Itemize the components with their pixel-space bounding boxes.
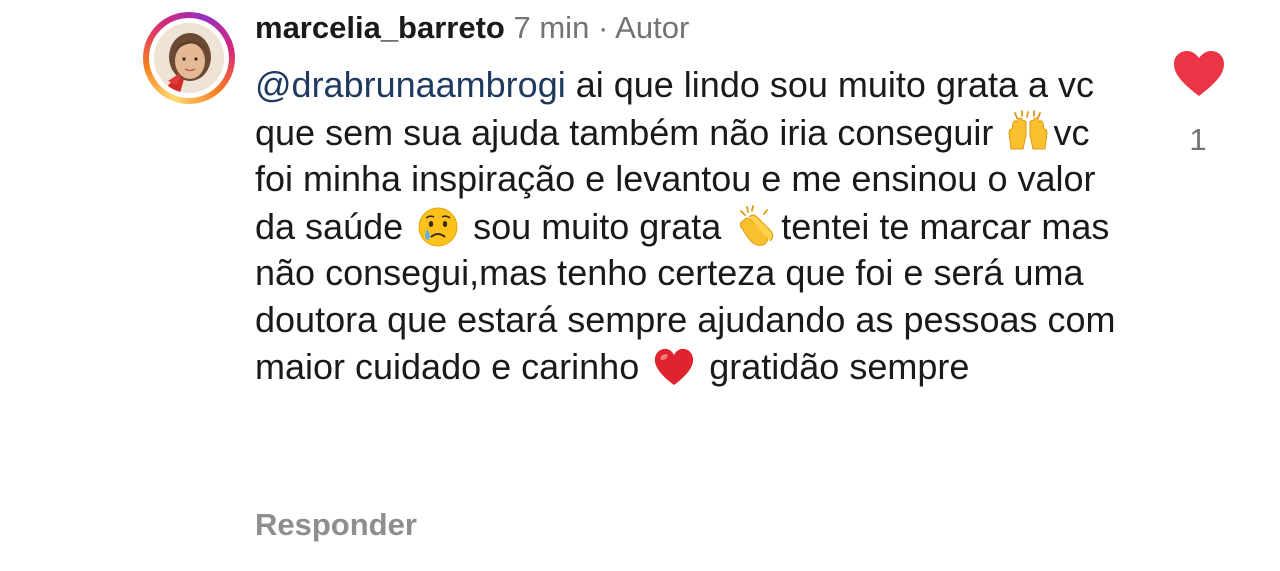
clapping-hands-emoji [733,203,779,249]
raising-hands-emoji [1005,109,1051,155]
like-button[interactable] [1172,50,1226,98]
comment: marcelia_barreto 7 min · Autor @drabruna… [0,0,1280,571]
avatar-photo [154,23,224,93]
mention-link[interactable]: @drabrunaambrogi [255,64,566,105]
red-heart-emoji [651,343,697,389]
username[interactable]: marcelia_barreto [255,10,505,45]
separator: · [597,10,609,45]
avatar[interactable] [143,12,235,104]
like-count: 1 [1189,122,1207,157]
comment-header: marcelia_barreto 7 min · Autor [255,6,689,50]
comment-text: @drabrunaambrogi ai que lindo sou muito … [255,62,1135,391]
heart-icon [1174,51,1224,96]
author-badge: Autor [615,10,690,45]
comment-text-part: gratidão sempre [699,346,970,387]
avatar-inner-border [149,18,229,98]
reply-button[interactable]: Responder [255,503,417,547]
comment-text-part: sou muito grata [463,205,732,247]
timestamp: 7 min [513,10,590,45]
crying-face-emoji [415,203,461,249]
